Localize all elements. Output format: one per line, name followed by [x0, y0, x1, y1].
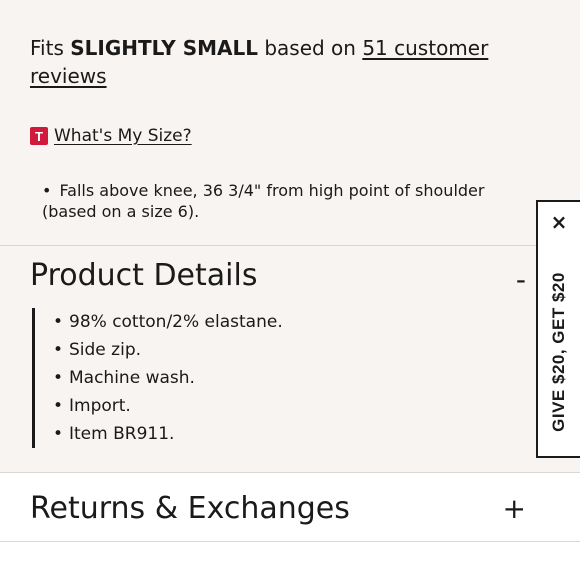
referral-promo-tab[interactable]: × GIVE $20, GET $20 [536, 200, 580, 458]
fit-info-section: Fits SLIGHTLY SMALL based on 51 customer… [0, 0, 580, 245]
bullet-icon: • [42, 181, 52, 200]
whats-my-size-label[interactable]: What's My Size? [54, 126, 192, 146]
divider [0, 541, 580, 542]
expand-toggle[interactable]: + [503, 495, 526, 523]
collapse-toggle[interactable]: - [516, 266, 526, 294]
list-item: Import. [51, 392, 283, 420]
fit-note-text: Falls above knee, 36 3/4" from high poin… [42, 181, 485, 221]
referral-promo-label[interactable]: GIVE $20, GET $20 [549, 272, 569, 432]
fit-note: • Falls above knee, 36 3/4" from high poi… [42, 180, 542, 222]
fit-summary: Fits SLIGHTLY SMALL based on 51 customer… [30, 34, 500, 90]
close-icon[interactable]: × [538, 212, 580, 232]
product-details-section: Product Details - 98% cotton/2% elastane… [0, 246, 580, 472]
list-item: Item BR911. [51, 420, 283, 448]
size-brand-icon: T [30, 127, 48, 145]
returns-section[interactable]: Returns & Exchanges + [0, 473, 580, 541]
list-item: Side zip. [51, 336, 283, 364]
whats-my-size-link[interactable]: T What's My Size? [30, 124, 192, 148]
product-details-list: 98% cotton/2% elastane. Side zip. Machin… [32, 308, 283, 448]
returns-title[interactable]: Returns & Exchanges [30, 491, 350, 527]
fit-value: SLIGHTLY SMALL [70, 36, 258, 60]
product-details-title[interactable]: Product Details [30, 258, 257, 294]
list-item: 98% cotton/2% elastane. [51, 308, 283, 336]
fit-prefix: Fits [30, 36, 71, 60]
list-item: Machine wash. [51, 364, 283, 392]
fit-middle-text: based on [257, 36, 363, 60]
